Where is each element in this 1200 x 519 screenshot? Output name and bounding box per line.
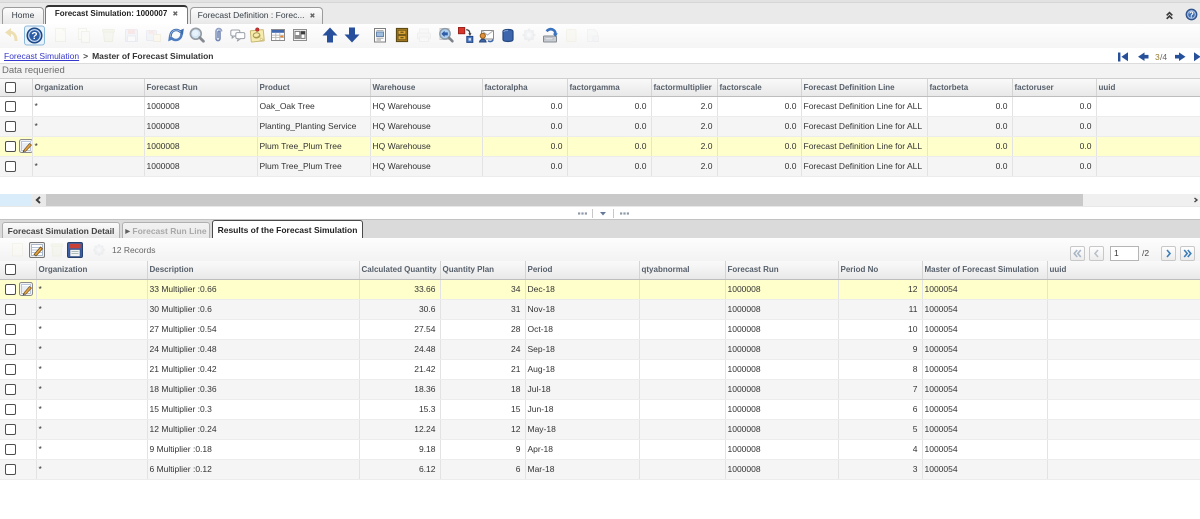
svg-text:/4: /4 (1160, 52, 1167, 62)
svg-text:?: ? (1189, 11, 1194, 20)
svg-text:?: ? (31, 30, 37, 42)
